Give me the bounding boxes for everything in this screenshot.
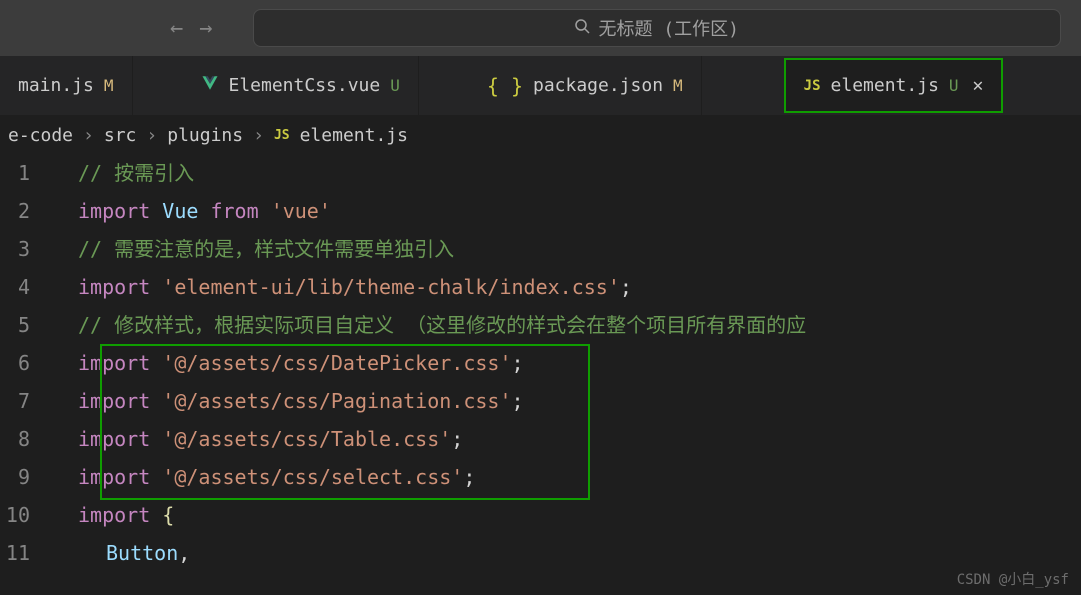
token-plain (150, 199, 162, 223)
token-plain (259, 199, 271, 223)
token-punct: ; (620, 275, 632, 299)
tab-status: M (104, 76, 114, 95)
token-keyword: from (210, 199, 258, 223)
breadcrumb: e-code › src › plugins › JS element.js (0, 116, 1081, 154)
chevron-right-icon: › (83, 125, 94, 146)
breadcrumb-part[interactable]: e-code (8, 125, 73, 146)
token-plain (150, 503, 162, 527)
tab-status: U (949, 76, 959, 95)
line-number: 6 (0, 344, 30, 382)
js-icon: JS (804, 78, 821, 94)
line-number: 5 (0, 306, 30, 344)
token-keyword: import (78, 465, 150, 489)
code-line[interactable]: import '@/assets/css/DatePicker.css'; (50, 344, 1081, 382)
tab-status: M (673, 76, 683, 95)
breadcrumb-file[interactable]: element.js (300, 125, 408, 146)
breadcrumb-part[interactable]: plugins (167, 125, 243, 146)
tab-elementcss-vue[interactable]: ElementCss.vue U (183, 56, 419, 115)
token-comment: // 需要注意的是，样式文件需要单独引入 (78, 237, 454, 261)
token-var: Vue (162, 199, 198, 223)
tabs-bar: main.js M ElementCss.vue U { } package.j… (0, 56, 1081, 116)
token-brace: { (162, 503, 174, 527)
line-number: 10 (0, 496, 30, 534)
token-plain (150, 465, 162, 489)
token-plain (150, 427, 162, 451)
code-line[interactable]: // 修改样式，根据实际项目自定义 （这里修改的样式会在整个项目所有界面的应 (50, 306, 1081, 344)
tab-gap (133, 56, 183, 115)
token-var: Button (106, 541, 178, 565)
token-comment: // 修改样式，根据实际项目自定义 （这里修改的样式会在整个项目所有界面的应 (78, 313, 806, 337)
token-comment: // 按需引入 (78, 161, 194, 185)
tab-label: ElementCss.vue (229, 75, 381, 96)
vue-icon (201, 74, 219, 97)
search-text: 无标题 (工作区) (598, 15, 739, 41)
token-punct: ; (463, 465, 475, 489)
close-icon[interactable]: ✕ (973, 75, 984, 96)
token-keyword: import (78, 503, 150, 527)
line-number: 9 (0, 458, 30, 496)
title-bar: ← → 无标题 (工作区) (0, 0, 1081, 56)
editor[interactable]: 1234567891011 // 按需引入 import Vue from 'vu… (0, 154, 1081, 572)
token-plain (198, 199, 210, 223)
js-icon: JS (274, 128, 290, 143)
line-number: 8 (0, 420, 30, 458)
line-number: 2 (0, 192, 30, 230)
code-area[interactable]: // 按需引入 import Vue from 'vue' // 需要注意的是，样式… (50, 154, 1081, 572)
token-keyword: import (78, 275, 150, 299)
watermark: CSDN @小白_ysf (957, 569, 1069, 589)
token-keyword: import (78, 199, 150, 223)
token-string: 'element-ui/lib/theme-chalk/index.css' (162, 275, 620, 299)
token-punct: ; (451, 427, 463, 451)
token-string: '@/assets/css/Pagination.css' (162, 389, 511, 413)
back-arrow-icon[interactable]: ← (170, 16, 183, 41)
breadcrumb-part[interactable]: src (104, 125, 137, 146)
code-line[interactable]: // 需要注意的是，样式文件需要单独引入 (50, 230, 1081, 268)
tab-gap (419, 56, 469, 115)
code-line[interactable]: import '@/assets/css/Pagination.css'; (50, 382, 1081, 420)
tab-label: package.json (533, 75, 663, 96)
token-string: '@/assets/css/DatePicker.css' (162, 351, 511, 375)
chevron-right-icon: › (253, 125, 264, 146)
line-number: 11 (0, 534, 30, 572)
code-line[interactable]: import '@/assets/css/Table.css'; (50, 420, 1081, 458)
token-punct: ; (512, 389, 524, 413)
line-number: 7 (0, 382, 30, 420)
json-icon: { } (487, 74, 523, 98)
search-box[interactable]: 无标题 (工作区) (253, 9, 1062, 47)
token-plain (150, 275, 162, 299)
line-number: 3 (0, 230, 30, 268)
tab-package-json[interactable]: { } package.json M (469, 56, 702, 115)
tab-label: main.js (18, 75, 94, 96)
search-icon (574, 18, 590, 38)
token-string: '@/assets/css/Table.css' (162, 427, 451, 451)
token-string: '@/assets/css/select.css' (162, 465, 463, 489)
tab-status: U (390, 76, 400, 95)
forward-arrow-icon[interactable]: → (199, 16, 212, 41)
line-number: 1 (0, 154, 30, 192)
token-keyword: import (78, 351, 150, 375)
line-number: 4 (0, 268, 30, 306)
code-line[interactable]: import { (50, 496, 1081, 534)
tab-label: element.js (831, 75, 939, 96)
tab-element-js[interactable]: JS element.js U ✕ (784, 58, 1004, 113)
chevron-right-icon: › (146, 125, 157, 146)
token-string: 'vue' (271, 199, 331, 223)
token-punct: ; (512, 351, 524, 375)
tab-main-js[interactable]: main.js M (0, 56, 133, 115)
nav-arrows: ← → (170, 16, 213, 41)
token-plain (150, 351, 162, 375)
code-line[interactable]: // 按需引入 (50, 154, 1081, 192)
line-gutter: 1234567891011 (0, 154, 50, 572)
code-line[interactable]: import Vue from 'vue' (50, 192, 1081, 230)
tab-gap (702, 56, 782, 115)
token-keyword: import (78, 389, 150, 413)
token-keyword: import (78, 427, 150, 451)
code-line[interactable]: Button, (50, 534, 1081, 572)
token-plain (150, 389, 162, 413)
code-line[interactable]: import 'element-ui/lib/theme-chalk/index… (50, 268, 1081, 306)
token-punct: , (178, 541, 190, 565)
code-line[interactable]: import '@/assets/css/select.css'; (50, 458, 1081, 496)
